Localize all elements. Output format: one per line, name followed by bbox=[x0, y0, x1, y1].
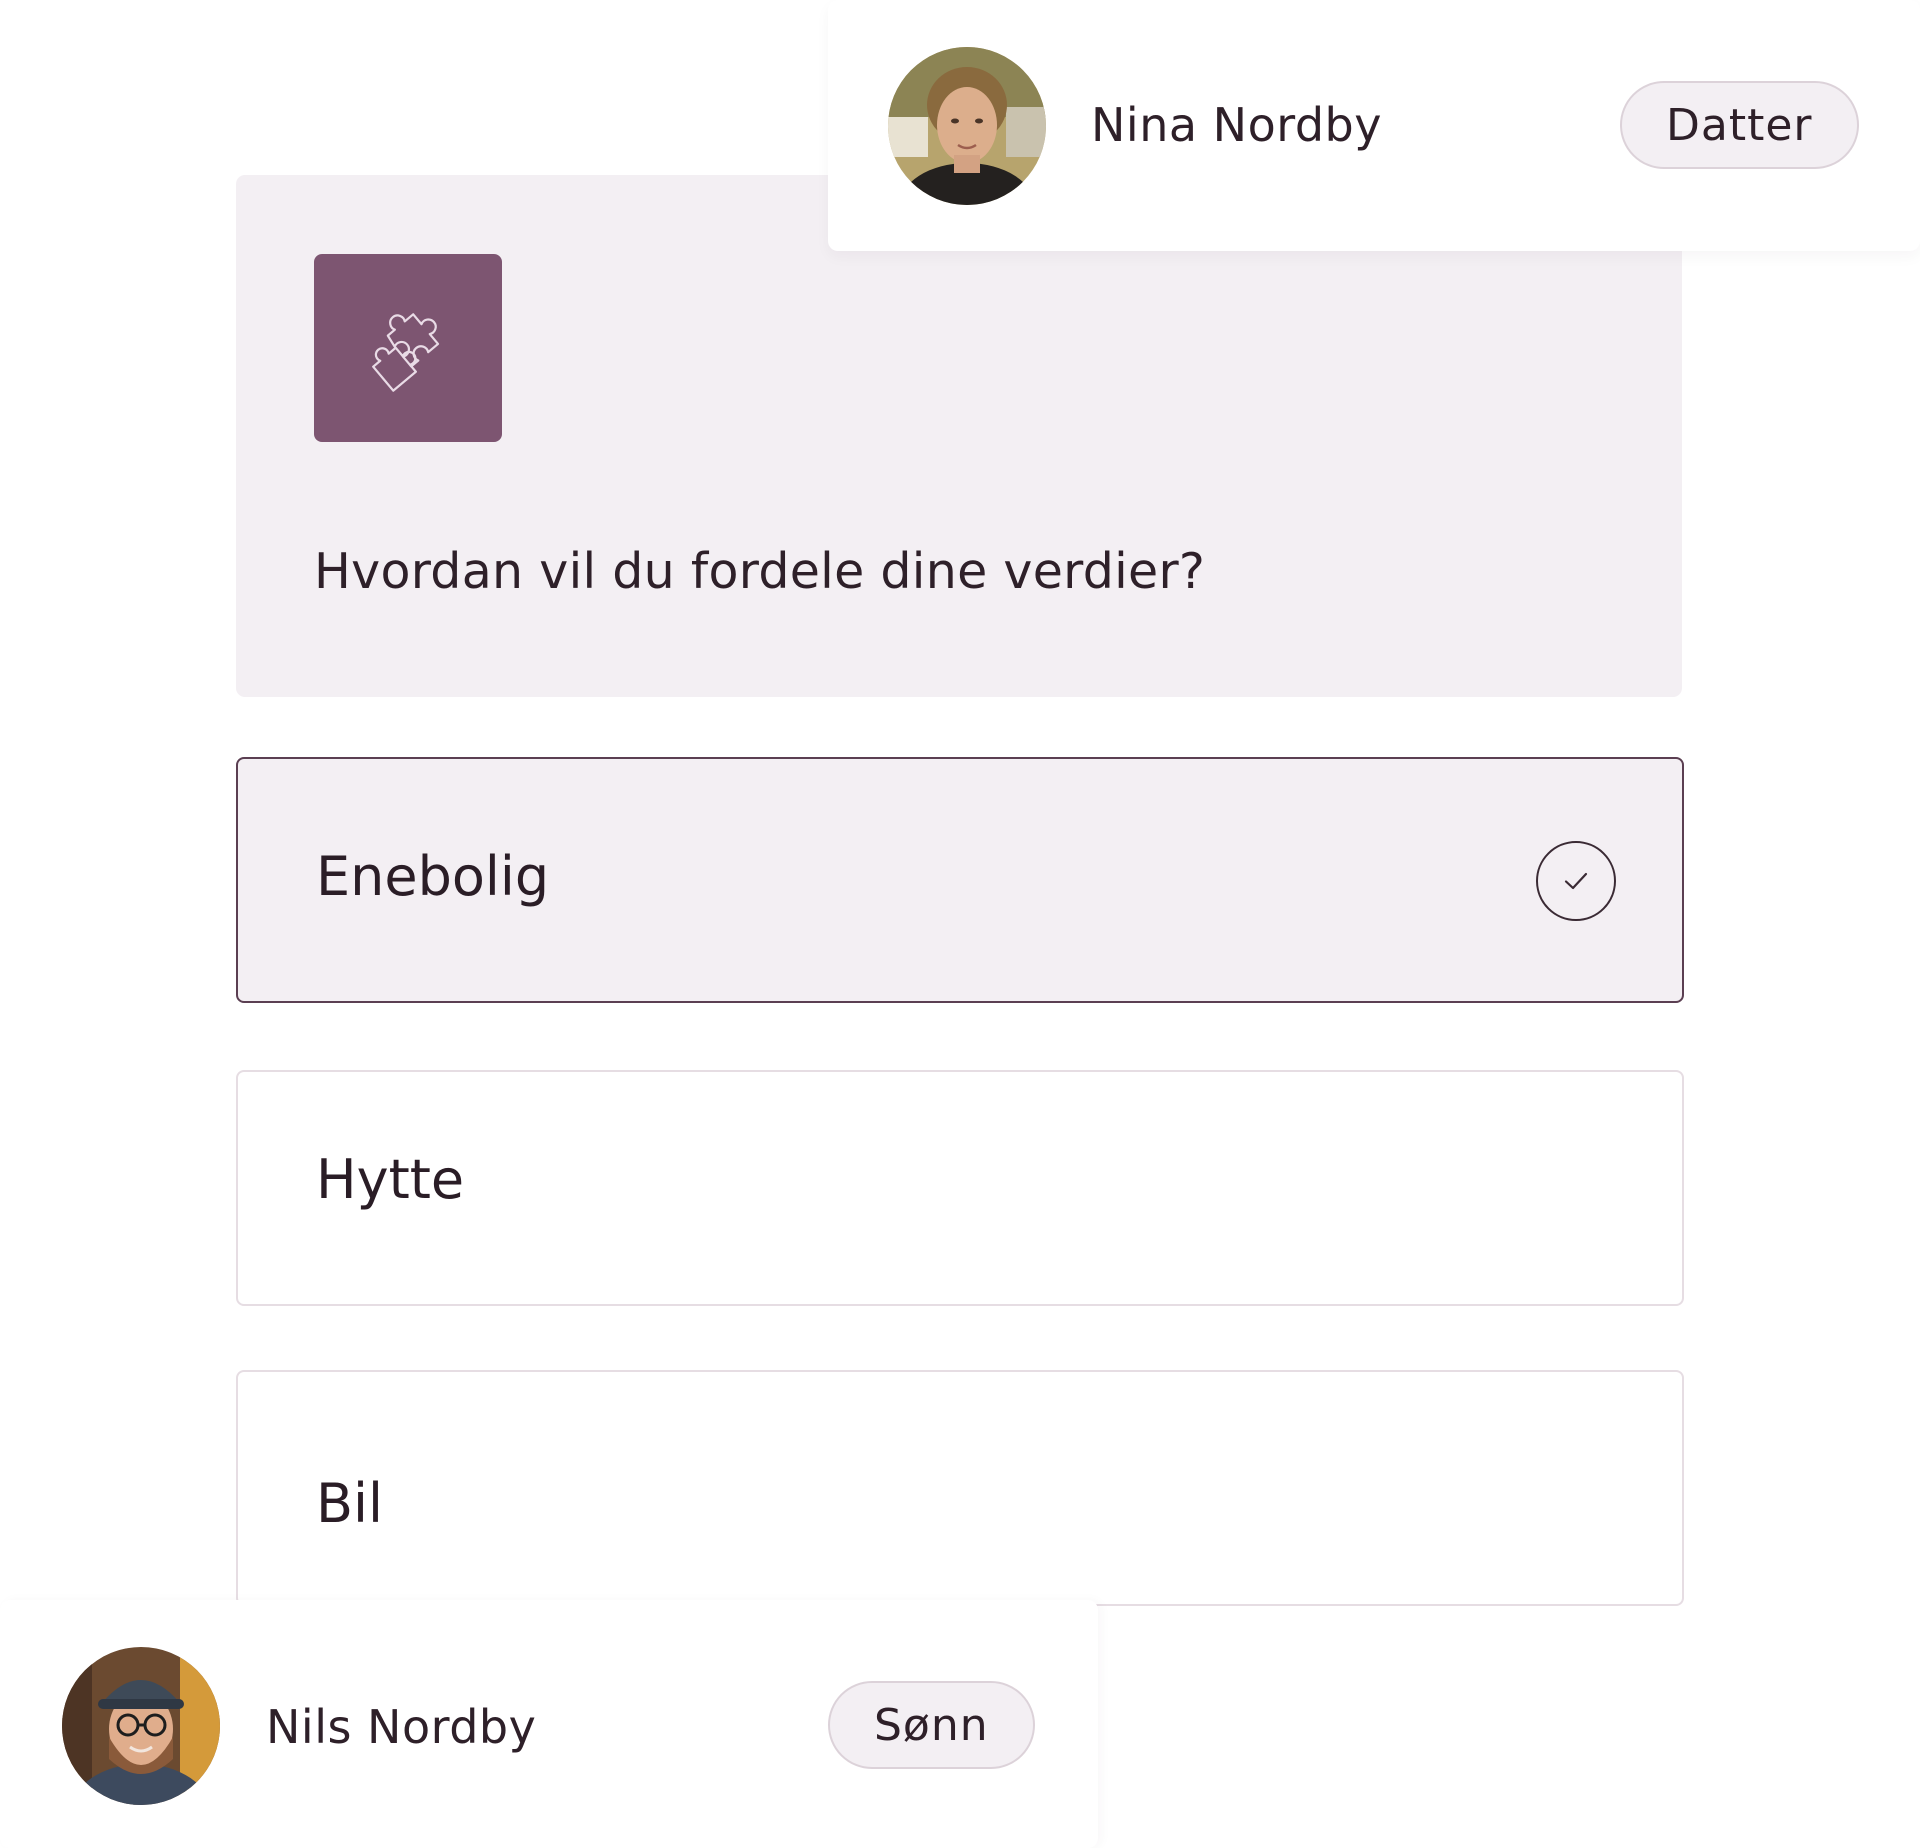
role-badge: Datter bbox=[1620, 81, 1859, 169]
avatar bbox=[888, 47, 1046, 205]
selected-indicator bbox=[1536, 841, 1616, 921]
option-label: Hytte bbox=[316, 1148, 465, 1211]
avatar bbox=[62, 1647, 220, 1805]
puzzle-icon bbox=[362, 300, 454, 396]
person-name: Nils Nordby bbox=[266, 1700, 537, 1754]
checkmark-icon bbox=[1564, 872, 1588, 890]
person-card-nina: Nina Nordby Datter bbox=[828, 0, 1920, 251]
puzzle-tile bbox=[314, 254, 502, 442]
option-bil[interactable]: Bil bbox=[236, 1370, 1684, 1606]
option-hytte[interactable]: Hytte bbox=[236, 1070, 1684, 1306]
role-badge: Sønn bbox=[828, 1681, 1035, 1769]
option-label: Enebolig bbox=[316, 845, 550, 908]
option-enebolig[interactable]: Enebolig bbox=[236, 757, 1684, 1003]
person-card-nils: Nils Nordby Sønn bbox=[0, 1600, 1098, 1848]
person-name: Nina Nordby bbox=[1091, 98, 1382, 152]
question-card: Hvordan vil du fordele dine verdier? bbox=[236, 175, 1682, 697]
option-label: Bil bbox=[316, 1472, 384, 1535]
question-text: Hvordan vil du fordele dine verdier? bbox=[314, 543, 1206, 600]
